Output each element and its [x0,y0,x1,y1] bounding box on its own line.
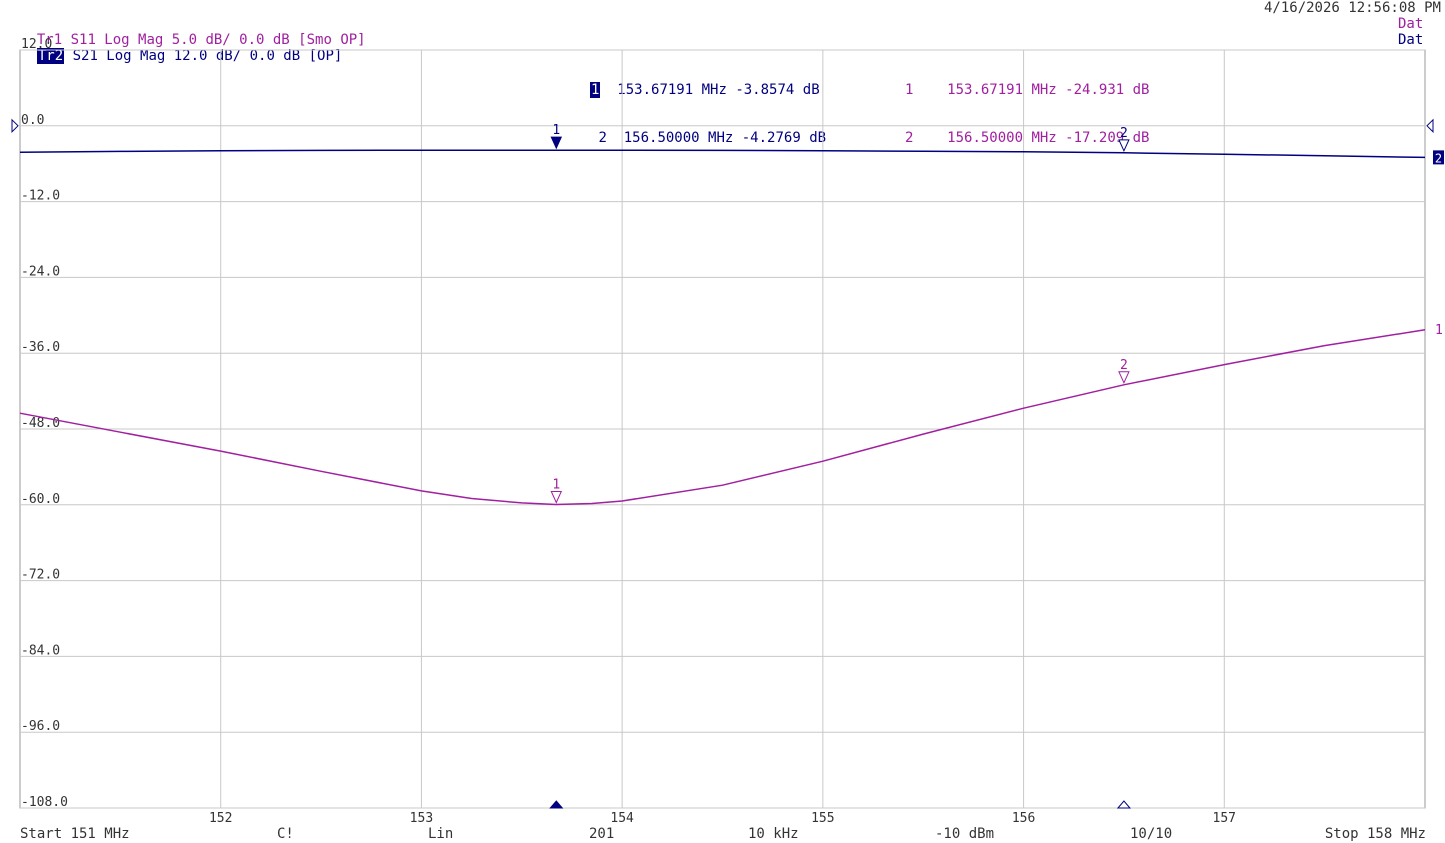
sweep-type[interactable]: Lin [428,826,453,842]
trace-s11[interactable] [19,329,1426,506]
x-tick-label: 156 [1012,811,1035,826]
ref-level-left-icon[interactable] [11,118,19,134]
marker-position-1-icon[interactable] [549,800,564,809]
y-tick-label: -12.0 [21,189,60,204]
x-tick-label: 155 [811,811,834,826]
y-tick-label: 12.0 [21,37,52,52]
y-tick-label: -84.0 [21,643,60,658]
trace-end-label-s21: 2 [1435,151,1442,165]
marker-s11-1-icon[interactable] [550,490,563,504]
marker-label: 2 [1120,126,1128,141]
sweep-points[interactable]: 201 [589,826,614,842]
y-tick-label: -48.0 [21,416,60,431]
marker-s11-2-icon[interactable] [1118,371,1130,384]
averaging[interactable]: 10/10 [1130,826,1172,842]
marker-s21-1-icon[interactable] [550,136,563,150]
marker-position-2-icon[interactable] [1116,800,1132,809]
x-tick-label: 152 [209,811,232,826]
y-tick-label: -24.0 [21,264,60,279]
x-tick-label: 157 [1213,811,1236,826]
y-tick-label: -108.0 [21,795,68,810]
marker-label: 1 [552,123,560,138]
cal-status[interactable]: C! [277,826,294,842]
if-bandwidth[interactable]: 10 kHz [748,826,799,842]
chart-area[interactable]: 12.0 0.0 -12.0 -24.0 -36.0 -48.0 -60.0 -72.0 -84… [0,0,1445,843]
x-tick-label: 154 [610,811,634,826]
x-tick-label: 153 [410,811,433,826]
y-tick-label: -60.0 [21,492,60,507]
trace-end-label-s11: 1 [1435,323,1443,338]
ref-level-right-icon[interactable] [1426,118,1434,134]
y-tick-label: -36.0 [21,340,60,355]
y-tick-label: -72.0 [21,568,60,583]
start-freq[interactable]: Start 151 MHz [20,826,130,842]
trace-s21[interactable] [19,149,1426,159]
marker-label: 1 [552,477,560,492]
y-tick-label: 0.0 [21,113,44,128]
y-tick-label: -96.0 [21,719,60,734]
source-power[interactable]: -10 dBm [935,826,994,842]
marker-s21-2-icon[interactable] [1118,139,1130,153]
stop-freq[interactable]: Stop 158 MHz [1325,826,1426,842]
marker-label: 2 [1120,358,1128,373]
